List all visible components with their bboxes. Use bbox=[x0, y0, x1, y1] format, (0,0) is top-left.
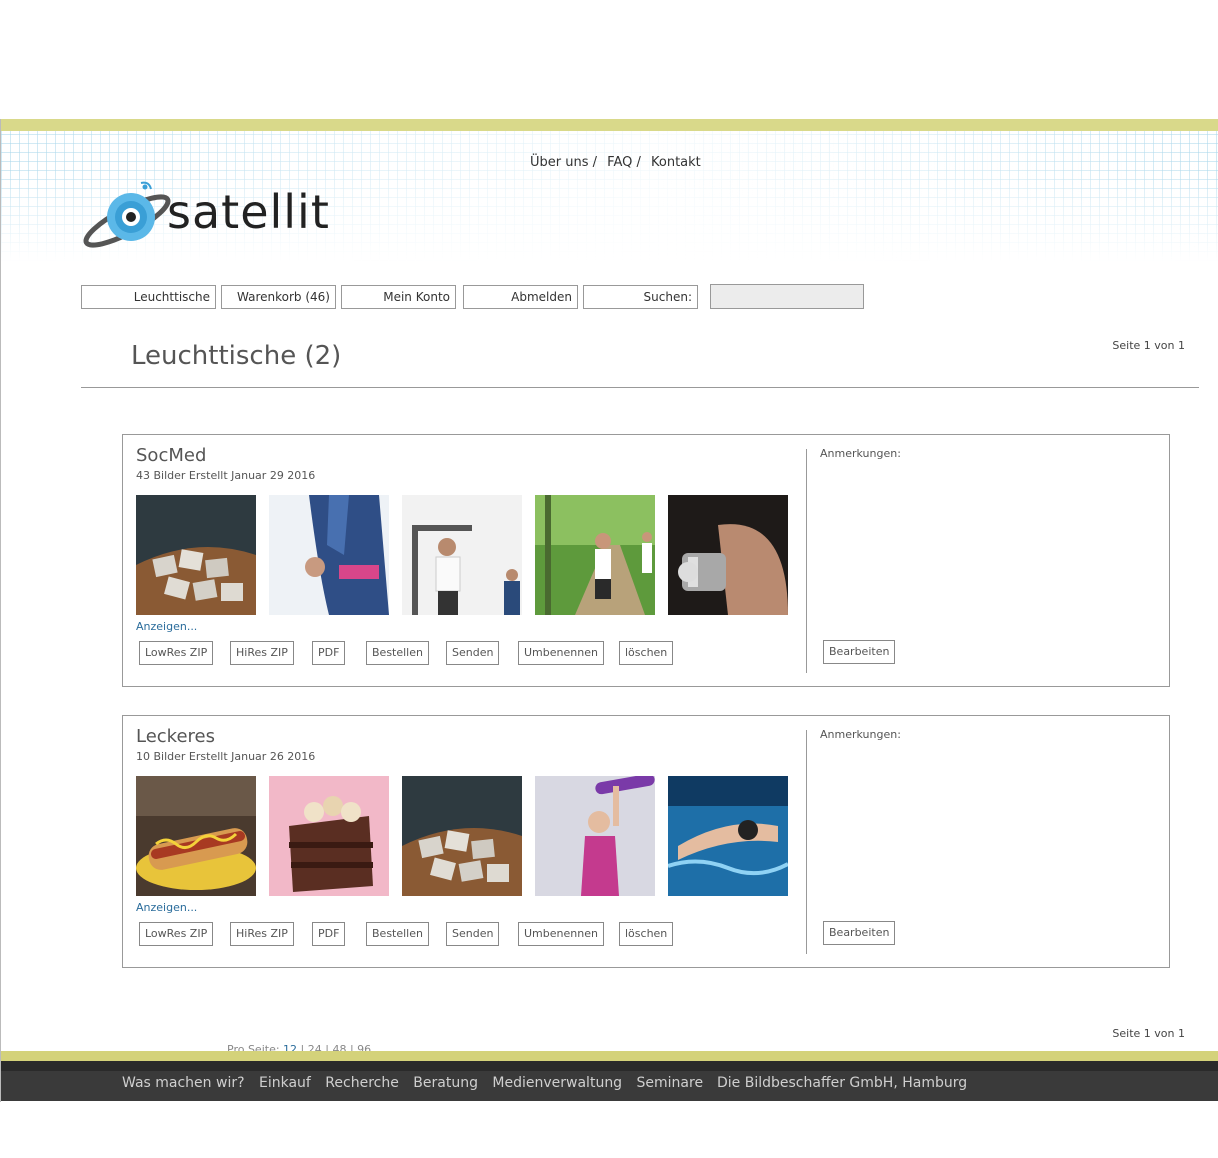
footer-link-purchase[interactable]: Einkauf bbox=[259, 1075, 311, 1091]
hires-zip-button[interactable]: HiRes ZIP bbox=[230, 641, 294, 665]
lighttable-card: Leckeres 10 Bilder Erstellt Januar 26 20… bbox=[122, 715, 1170, 968]
page-info-top: Seite 1 von 1 bbox=[1112, 339, 1185, 352]
top-nav-contact-link[interactable]: Kontakt bbox=[651, 155, 701, 170]
pdf-button[interactable]: PDF bbox=[312, 922, 346, 946]
show-lighttable-link[interactable]: Anzeigen... bbox=[136, 901, 197, 914]
lighttable-meta: 10 Bilder Erstellt Januar 26 2016 bbox=[136, 750, 316, 763]
top-nav: Über uns / FAQ / Kontakt bbox=[530, 155, 707, 170]
delete-button[interactable]: löschen bbox=[619, 641, 674, 665]
lighttable-meta: 43 Bilder Erstellt Januar 29 2016 bbox=[136, 469, 316, 482]
pdf-button[interactable]: PDF bbox=[312, 641, 346, 665]
lighttable-name: SocMed bbox=[136, 445, 207, 466]
page: Über uns / FAQ / Kontakt satellit Leucht… bbox=[0, 119, 1218, 1102]
order-button[interactable]: Bestellen bbox=[366, 922, 429, 946]
top-nav-faq-link[interactable]: FAQ / bbox=[607, 155, 641, 170]
jogger-arm-image[interactable] bbox=[269, 495, 389, 615]
footer-link-research[interactable]: Recherche bbox=[325, 1075, 399, 1091]
rename-button[interactable]: Umbenennen bbox=[518, 641, 604, 665]
nav-lighttables-button[interactable]: Leuchttische bbox=[81, 285, 216, 309]
hires-zip-button[interactable]: HiRes ZIP bbox=[230, 922, 294, 946]
swimmer-image[interactable] bbox=[668, 776, 788, 896]
delete-button[interactable]: löschen bbox=[619, 922, 674, 946]
order-button[interactable]: Bestellen bbox=[366, 641, 429, 665]
send-button[interactable]: Senden bbox=[446, 641, 500, 665]
footer-link-media-management[interactable]: Medienverwaltung bbox=[492, 1075, 622, 1091]
forest-run-image[interactable] bbox=[535, 495, 655, 615]
show-lighttable-link[interactable]: Anzeigen... bbox=[136, 620, 197, 633]
page-info-bottom: Seite 1 von 1 bbox=[1112, 1027, 1185, 1040]
sugar-cubes-image[interactable] bbox=[402, 776, 522, 896]
lowres-zip-button[interactable]: LowRes ZIP bbox=[139, 922, 214, 946]
logo[interactable]: satellit bbox=[79, 177, 339, 257]
nav-logout-button[interactable]: Abmelden bbox=[463, 285, 578, 309]
top-accent-band bbox=[1, 119, 1218, 131]
fitness-woman-image[interactable] bbox=[535, 776, 655, 896]
footer-link-consulting[interactable]: Beratung bbox=[413, 1075, 478, 1091]
satellite-logo-icon bbox=[83, 181, 171, 248]
lighttable-name: Leckeres bbox=[136, 726, 215, 747]
gym-machine-image[interactable] bbox=[402, 495, 522, 615]
footer-link-about[interactable]: Was machen wir? bbox=[122, 1075, 245, 1091]
sugar-cubes-image[interactable] bbox=[136, 495, 256, 615]
footer-company: Die Bildbeschaffer GmbH, Hamburg bbox=[717, 1075, 968, 1091]
card-divider bbox=[806, 449, 807, 673]
footer-link-seminars[interactable]: Seminare bbox=[637, 1075, 704, 1091]
dumbbell-image[interactable] bbox=[668, 495, 788, 615]
hotdog-image[interactable] bbox=[136, 776, 256, 896]
send-button[interactable]: Senden bbox=[446, 922, 500, 946]
edit-notes-button[interactable]: Bearbeiten bbox=[823, 921, 896, 945]
search-label: Suchen: bbox=[583, 285, 698, 309]
title-divider bbox=[81, 387, 1199, 388]
search-input[interactable] bbox=[710, 284, 864, 309]
notes-label: Anmerkungen: bbox=[820, 728, 901, 741]
notes-label: Anmerkungen: bbox=[820, 447, 901, 460]
nav-cart-button[interactable]: Warenkorb (46) bbox=[221, 285, 336, 309]
lighttable-card: SocMed 43 Bilder Erstellt Januar 29 2016 bbox=[122, 434, 1170, 687]
card-divider bbox=[806, 730, 807, 954]
footer-links: Was machen wir? Einkauf Recherche Beratu… bbox=[122, 1075, 713, 1091]
footer-strip bbox=[1, 1061, 1218, 1071]
lowres-zip-button[interactable]: LowRes ZIP bbox=[139, 641, 214, 665]
edit-notes-button[interactable]: Bearbeiten bbox=[823, 640, 896, 664]
page-title: Leuchttische (2) bbox=[131, 341, 342, 371]
bottom-accent-band bbox=[1, 1051, 1218, 1061]
footer: Was machen wir? Einkauf Recherche Beratu… bbox=[1, 1061, 1218, 1101]
nav-account-button[interactable]: Mein Konto bbox=[341, 285, 456, 309]
rename-button[interactable]: Umbenennen bbox=[518, 922, 604, 946]
chocolate-cake-image[interactable] bbox=[269, 776, 389, 896]
logo-wordmark: satellit bbox=[167, 185, 330, 239]
top-nav-about-link[interactable]: Über uns / bbox=[530, 155, 597, 170]
